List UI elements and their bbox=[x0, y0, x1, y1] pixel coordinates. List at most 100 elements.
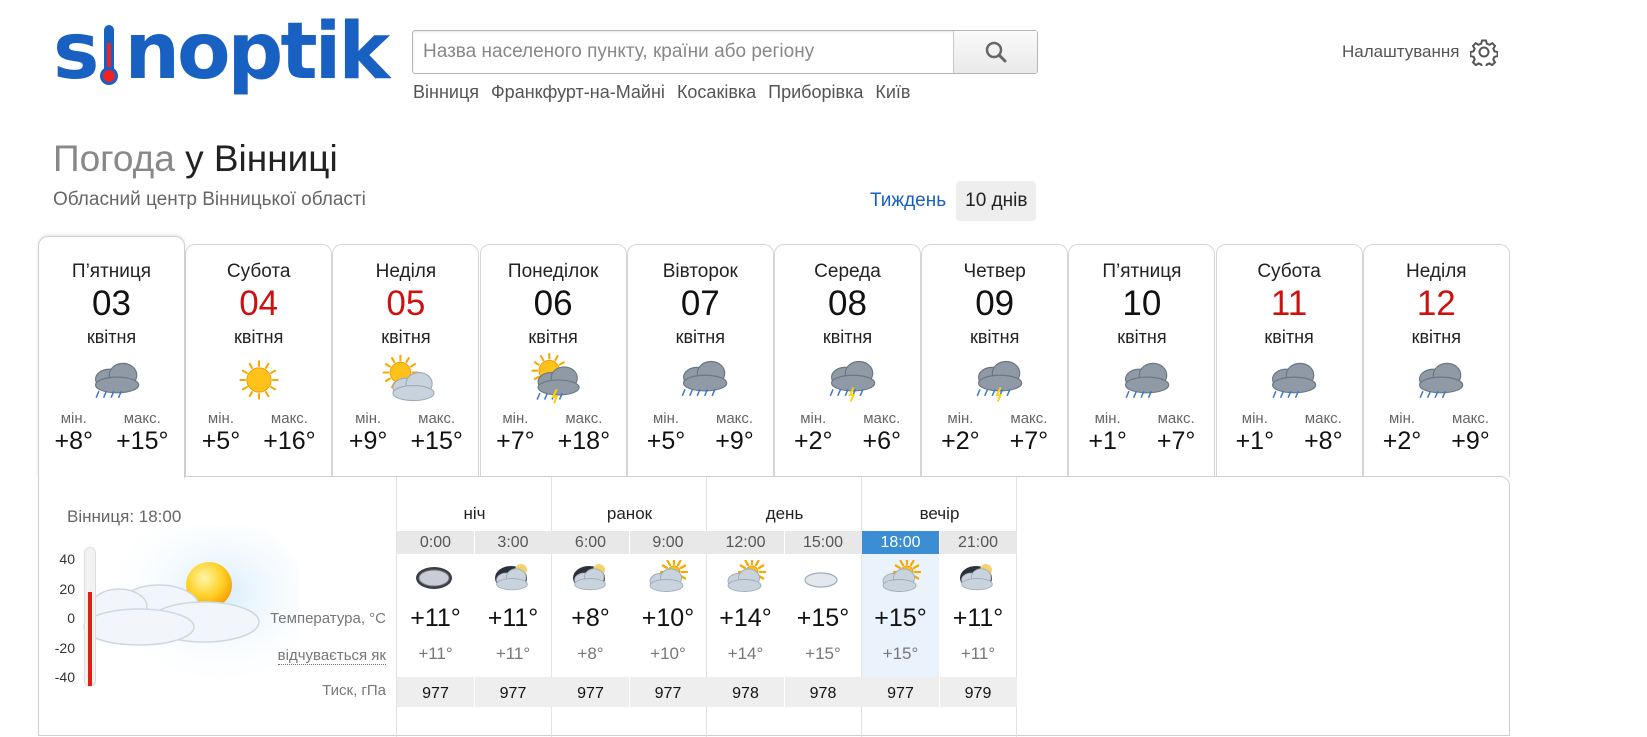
hour-feels-like: +8° bbox=[577, 644, 604, 663]
min-label: мін. bbox=[1094, 410, 1121, 427]
day-name: Вівторок bbox=[662, 261, 738, 282]
hour-pressure: 979 bbox=[939, 677, 1017, 707]
day-number: 12 bbox=[1416, 284, 1456, 323]
night-cloud-moon-icon bbox=[475, 558, 552, 598]
period-title: ранок bbox=[606, 504, 653, 523]
day-month: квітня bbox=[822, 327, 873, 347]
hour-label: 15:00 bbox=[784, 531, 862, 554]
storm-rain-icon bbox=[775, 350, 920, 410]
max-label: макс. bbox=[1304, 410, 1342, 427]
hourly-panel: Вінниця: 18:00 40 20 0 -20 -40 ніч ранок д… bbox=[38, 476, 1510, 737]
max-temp: +15° bbox=[410, 427, 463, 455]
page-title: Погода у Вінниці bbox=[53, 138, 338, 180]
day-month: квітня bbox=[1411, 327, 1461, 347]
recent-link[interactable]: Приборівка bbox=[768, 82, 863, 103]
logo-thermometer-icon bbox=[100, 17, 119, 87]
day-name: Середа bbox=[814, 261, 881, 282]
min-label: мін. bbox=[502, 410, 529, 427]
hour-pressure: 977 bbox=[552, 677, 629, 707]
settings-link[interactable]: Налаштування bbox=[1342, 38, 1498, 66]
day-month: квітня bbox=[234, 327, 284, 347]
day-name: Неділя bbox=[375, 261, 437, 282]
day-tab-08[interactable]: Середа 08 квітня мін. +2° макс. +6° bbox=[774, 244, 921, 477]
day-tab-06[interactable]: Понеділок 06 квітня мін. +7° макс. +18° bbox=[479, 244, 627, 477]
hour-feels-like: +15° bbox=[882, 644, 919, 663]
day-name: Субота bbox=[226, 261, 291, 282]
day-tab-04[interactable]: Субота 04 квітня мін. +5° макс. +16° bbox=[185, 244, 333, 477]
min-temp: +5° bbox=[646, 427, 686, 455]
min-label: мін. bbox=[1388, 410, 1416, 427]
day-number: 10 bbox=[1122, 284, 1162, 323]
max-label: макс. bbox=[1010, 410, 1048, 427]
city-subtitle: Обласний центр Вінницької області bbox=[53, 189, 366, 210]
night-cloud-moon-icon bbox=[552, 558, 629, 598]
day-month: квітня bbox=[1117, 327, 1167, 347]
max-temp: +9° bbox=[1451, 427, 1490, 455]
temperature-row-label: Температура, °C bbox=[269, 610, 386, 627]
day-number: 07 bbox=[680, 284, 720, 323]
day-tab-07[interactable]: Вівторок 07 квітня мін. +5° макс. +9° bbox=[626, 244, 774, 477]
night-cloud-moon-icon bbox=[940, 558, 1017, 598]
thermometer-gauge bbox=[84, 547, 96, 687]
day-month: квітня bbox=[86, 327, 137, 347]
day-month: квітня bbox=[675, 327, 725, 347]
thermometer-level bbox=[88, 592, 92, 686]
cloudy-rain-icon bbox=[1069, 350, 1214, 410]
day-name: П’ятниця bbox=[1102, 261, 1182, 282]
hour-label: 3:00 bbox=[474, 531, 552, 554]
gear-icon bbox=[1469, 39, 1498, 66]
hour-label: 18:00 bbox=[862, 531, 939, 554]
hour-label: 21:00 bbox=[939, 531, 1017, 554]
sinoptik-logo[interactable]: s noptik bbox=[53, 4, 390, 100]
cloud-icon bbox=[785, 558, 862, 598]
night-cloud-icon bbox=[397, 558, 474, 598]
hour-temperature: +15° bbox=[874, 604, 927, 632]
logo-text-rest: noptik bbox=[124, 7, 390, 97]
hour-label: 0:00 bbox=[397, 531, 474, 554]
max-label: макс. bbox=[418, 410, 456, 427]
current-weather-sun-cloud-icon bbox=[83, 527, 299, 687]
search-box bbox=[412, 30, 1038, 74]
ten-days-tab[interactable]: 10 днів bbox=[956, 181, 1037, 221]
day-tab-05[interactable]: Неділя 05 квітня мін. +9° макс. +15° bbox=[332, 244, 480, 477]
day-name: Субота bbox=[1257, 261, 1321, 282]
period-title: вечір bbox=[919, 504, 960, 523]
hour-feels-like: +15° bbox=[805, 644, 841, 663]
period-switch: Тиждень 10 днів bbox=[870, 181, 1037, 221]
min-temp: +5° bbox=[201, 427, 241, 455]
day-month: квітня bbox=[381, 327, 431, 347]
min-temp: +1° bbox=[1235, 427, 1275, 455]
sun-icon bbox=[186, 350, 331, 410]
recent-link[interactable]: Франкфурт-на-Майні bbox=[491, 82, 665, 103]
day-tab-11[interactable]: Субота 11 квітня мін. +1° макс. +8° bbox=[1215, 244, 1363, 477]
search-button[interactable] bbox=[953, 31, 1037, 73]
search-input[interactable] bbox=[413, 31, 953, 73]
max-label: макс. bbox=[1452, 410, 1490, 427]
min-label: мін. bbox=[652, 410, 680, 427]
period-title: ніч bbox=[463, 504, 486, 523]
min-label: мін. bbox=[355, 410, 382, 427]
day-number: 04 bbox=[239, 284, 279, 323]
day-tab-09[interactable]: Четвер 09 квітня мін. +2° макс. +7° bbox=[921, 244, 1069, 477]
hour-pressure: 977 bbox=[474, 677, 552, 707]
partly-cloudy-icon bbox=[333, 350, 478, 410]
pressure-row-label: Тиск, гПа bbox=[322, 682, 386, 699]
recent-link[interactable]: Вінниця bbox=[413, 82, 479, 103]
hour-temperature: +8° bbox=[571, 604, 610, 632]
min-label: мін. bbox=[1241, 410, 1268, 427]
day-tab-03[interactable]: П’ятниця 03 квітня мін. +8° макс. +15° bbox=[38, 236, 185, 478]
page-title-prefix: Погода bbox=[53, 138, 175, 179]
day-tab-12[interactable]: Неділя 12 квітня мін. +2° макс. +9° bbox=[1362, 244, 1510, 477]
min-temp: +9° bbox=[348, 427, 388, 455]
max-temp: +15° bbox=[116, 427, 169, 455]
hour-temperature: +10° bbox=[641, 604, 695, 632]
week-link[interactable]: Тиждень bbox=[870, 190, 956, 212]
sun-storm-icon bbox=[481, 350, 626, 410]
logo-text-s: s bbox=[53, 7, 99, 97]
max-temp: +18° bbox=[557, 427, 611, 455]
feels-like-row-label[interactable]: відчувається як bbox=[277, 647, 386, 665]
min-temp: +2° bbox=[793, 427, 833, 455]
recent-link[interactable]: Київ bbox=[875, 82, 910, 103]
day-tab-10[interactable]: П’ятниця 10 квітня мін. +1° макс. +7° bbox=[1068, 244, 1216, 477]
recent-link[interactable]: Косаківка bbox=[677, 82, 756, 103]
